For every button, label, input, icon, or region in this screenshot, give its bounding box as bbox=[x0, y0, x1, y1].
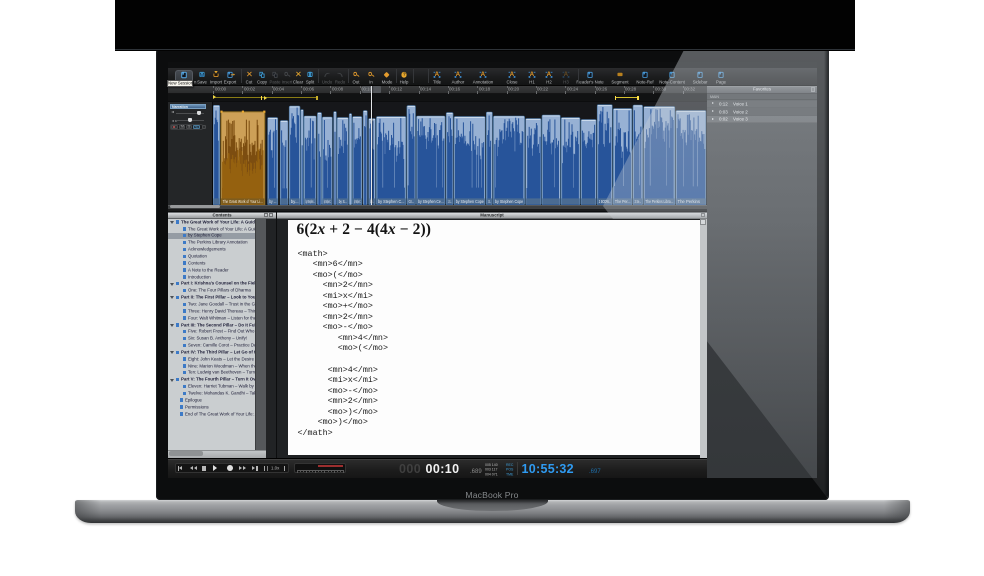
svg-text:by Stephen Cope: by Stephen Cope bbox=[495, 199, 524, 204]
svg-text:by Stephen C...: by Stephen C... bbox=[378, 199, 405, 204]
svg-text:by Stephen...: by Stephen... bbox=[306, 199, 315, 204]
svg-text:by...: by... bbox=[291, 199, 299, 204]
svg-text:by Stephen Cope: by Stephen Cope bbox=[456, 199, 485, 204]
svg-text:3 S...: 3 S... bbox=[488, 199, 491, 204]
svg-text:by Stephen C: by Stephen C bbox=[354, 199, 360, 204]
svg-text:by Stephen C.: by Stephen C. bbox=[324, 199, 331, 204]
svg-text:by Stephen Ce...: by Stephen Ce... bbox=[418, 199, 444, 204]
svg-text:The Great Work of Your Li...: The Great Work of Your Li... bbox=[223, 199, 263, 204]
svg-text:by S...: by S... bbox=[339, 199, 347, 204]
svg-text:by ...: by ... bbox=[269, 199, 276, 204]
svg-text:1 S...: 1 S... bbox=[448, 199, 452, 204]
svg-text:Gr...: Gr... bbox=[409, 199, 415, 204]
